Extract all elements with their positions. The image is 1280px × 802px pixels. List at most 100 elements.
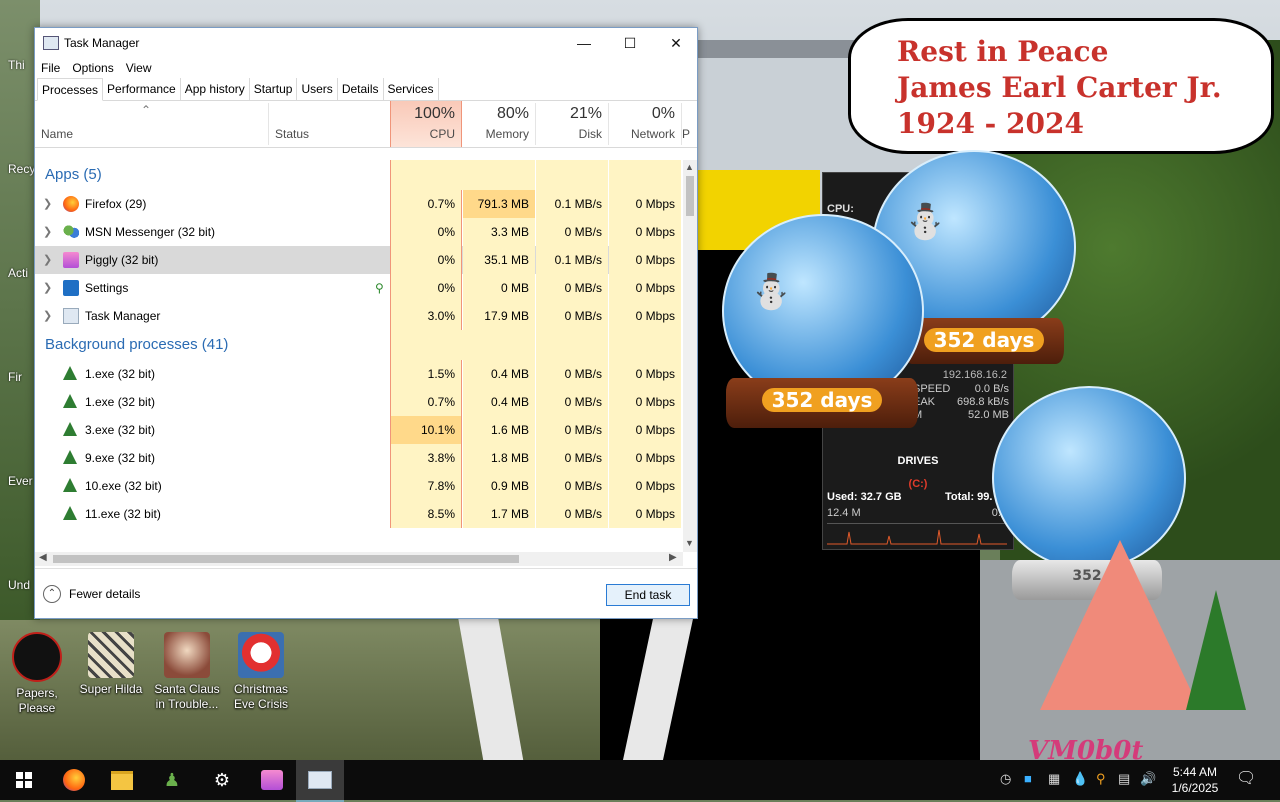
horizontal-scrollbar[interactable]: ◀ ▶ <box>35 552 683 566</box>
column-network[interactable]: 0% Network <box>609 101 681 147</box>
volume-icon[interactable]: 🔊 <box>1140 771 1156 787</box>
vertical-scrollbar[interactable]: ▲ ▼ <box>683 160 697 552</box>
process-row[interactable]: ❯ MSN Messenger (32 bit) 0% 3.3 MB 0 MB/s 0 M… <box>35 218 681 246</box>
process-row[interactable]: ❯ Firefox (29) 0.7% 791.3 MB 0.1 MB/s 0 Mbps <box>35 190 681 218</box>
process-name: Piggly (32 bit) <box>85 253 159 267</box>
title-bar[interactable]: Task Manager — ☐ ✕ <box>35 28 697 58</box>
taskbar-file-explorer[interactable] <box>98 760 146 800</box>
scroll-up-icon[interactable]: ▲ <box>685 162 694 172</box>
process-row[interactable]: 11.exe (32 bit) 8.5% 1.7 MB 0 MB/s 0 Mbps <box>35 500 681 528</box>
process-row[interactable]: 1.exe (32 bit) 0.7% 0.4 MB 0 MB/s 0 Mbps <box>35 388 681 416</box>
taskbar-msn-messenger[interactable]: ♟ <box>148 760 196 800</box>
gadget-cpu-label: CPU: <box>827 203 854 215</box>
column-header-row: ⌃ Name Status 100% CPU 80% Memory 21% Di… <box>35 101 697 148</box>
process-memory: 0.4 MB <box>463 388 535 416</box>
process-row[interactable]: 3.exe (32 bit) 10.1% 1.6 MB 0 MB/s 0 Mbps <box>35 416 681 444</box>
close-button[interactable]: ✕ <box>653 28 699 58</box>
desktop-icon-label-edge[interactable]: Und <box>8 578 30 592</box>
desktop-icon-label-edge[interactable]: Ever <box>8 474 33 488</box>
column-power-truncated[interactable]: P <box>682 127 694 143</box>
chevron-right-icon[interactable]: ❯ <box>43 190 52 218</box>
process-row[interactable]: 10.exe (32 bit) 7.8% 0.9 MB 0 MB/s 0 Mbps <box>35 472 681 500</box>
scroll-right-icon[interactable]: ▶ <box>669 552 677 563</box>
menu-view[interactable]: View <box>126 58 158 78</box>
taskbar-firefox[interactable] <box>50 760 98 800</box>
taskbar-settings[interactable]: ⚙ <box>198 760 246 800</box>
process-list: Apps (5) ❯ Firefox (29) 0.7% 791.3 MB 0.1 MB/… <box>35 160 681 552</box>
end-task-button[interactable]: End task <box>606 584 690 606</box>
settings-gear-icon: ⚙ <box>213 769 231 790</box>
process-row[interactable]: ❯ Piggly (32 bit) 0% 35.1 MB 0.1 MB/s 0 Mbps <box>35 246 681 274</box>
chevron-right-icon[interactable]: ❯ <box>43 218 52 246</box>
column-status[interactable]: Status <box>275 127 309 141</box>
column-cpu[interactable]: 100% CPU <box>390 101 462 147</box>
tray-search-icon[interactable]: ⚲ <box>1096 771 1106 787</box>
countdown-label-back: 352 days <box>923 328 1045 352</box>
christmas-eve-crisis-icon <box>238 632 284 678</box>
menu-options[interactable]: Options <box>72 58 119 78</box>
memory-label: Memory <box>485 127 529 141</box>
process-network: 0 Mbps <box>609 388 681 416</box>
process-row[interactable]: 9.exe (32 bit) 3.8% 1.8 MB 0 MB/s 0 Mbps <box>35 444 681 472</box>
horizontal-scroll-thumb[interactable] <box>53 555 519 563</box>
chevron-right-icon[interactable]: ❯ <box>43 302 52 330</box>
tray-app-icon[interactable]: ▦ <box>1048 771 1060 787</box>
taskbar-task-manager[interactable] <box>296 760 344 802</box>
tree-icon <box>63 478 77 492</box>
desktop-icon-label-edge[interactable]: Thi <box>8 58 25 72</box>
desktop-icon-papers-please[interactable]: Papers, Please <box>2 632 72 716</box>
gadget-drive-rate: 12.4 M 0.0 <box>827 507 1007 519</box>
speed-value: 0.0 B/s <box>974 383 1009 395</box>
tab-app-history[interactable]: App history <box>181 78 250 100</box>
process-name: 3.exe (32 bit) <box>85 423 156 437</box>
menu-file[interactable]: File <box>41 58 66 78</box>
network-icon[interactable]: ▤ <box>1118 771 1130 787</box>
minimize-button[interactable]: — <box>561 28 607 58</box>
tab-startup[interactable]: Startup <box>250 78 298 100</box>
desktop-icon-label-edge[interactable]: Recy <box>8 162 35 176</box>
group-header: Background processes (41) <box>35 330 681 360</box>
tree-icon <box>63 394 77 408</box>
desktop-icon-label-edge[interactable]: Acti <box>8 266 28 280</box>
process-memory: 1.7 MB <box>463 500 535 528</box>
process-row[interactable]: ❯ Settings ⚲ 0% 0 MB 0 MB/s 0 Mbps <box>35 274 681 302</box>
desktop-icon-santa-claus[interactable]: Santa Claus in Trouble... <box>152 632 222 712</box>
tray-droplet-icon[interactable]: 💧 <box>1072 771 1088 787</box>
process-disk: 0 MB/s <box>536 472 608 500</box>
task-manager-icon <box>63 308 79 324</box>
column-disk[interactable]: 21% Disk <box>536 101 608 147</box>
speed-label: SPEED <box>913 383 951 395</box>
desktop-icon-super-hilda[interactable]: Super Hilda <box>76 632 146 697</box>
process-memory: 1.8 MB <box>463 444 535 472</box>
process-name: 1.exe (32 bit) <box>85 367 156 381</box>
vertical-scroll-thumb[interactable] <box>686 176 694 216</box>
process-row[interactable]: 1.exe (32 bit) 1.5% 0.4 MB 0 MB/s 0 Mbps <box>35 360 681 388</box>
taskbar-clock[interactable]: 5:44 AM 1/6/2025 <box>1160 764 1230 796</box>
tray-clock-app-icon[interactable]: ◷ <box>1000 771 1011 787</box>
tray-blue-square-icon[interactable]: ■ <box>1024 771 1032 786</box>
tab-details[interactable]: Details <box>338 78 384 100</box>
firefox-icon <box>63 769 85 791</box>
notification-center-icon[interactable]: 🗨 <box>1236 768 1256 788</box>
maximize-button[interactable]: ☐ <box>607 28 653 58</box>
tab-performance[interactable]: Performance <box>103 78 181 100</box>
desktop-icon-christmas-eve-crisis[interactable]: Christmas Eve Crisis <box>226 632 296 712</box>
column-memory[interactable]: 80% Memory <box>463 101 535 147</box>
process-network: 0 Mbps <box>609 190 681 218</box>
process-row[interactable]: ❯ Task Manager 3.0% 17.9 MB 0 MB/s 0 Mbps <box>35 302 681 330</box>
column-name[interactable]: Name <box>41 127 73 141</box>
start-button[interactable] <box>0 760 48 800</box>
process-memory: 0.9 MB <box>463 472 535 500</box>
tab-services[interactable]: Services <box>384 78 439 100</box>
tab-users[interactable]: Users <box>297 78 338 100</box>
scroll-down-icon[interactable]: ▼ <box>685 538 694 548</box>
desktop-icon-label-edge[interactable]: Fir <box>8 370 22 384</box>
tab-processes[interactable]: Processes <box>37 78 104 101</box>
fewer-details-button[interactable]: ⌃ Fewer details <box>43 585 140 603</box>
countdown-label-front: 352 days <box>761 388 883 412</box>
chevron-right-icon[interactable]: ❯ <box>43 274 52 302</box>
process-disk: 0 MB/s <box>536 444 608 472</box>
chevron-right-icon[interactable]: ❯ <box>43 246 52 274</box>
taskbar-piggly[interactable] <box>248 760 296 800</box>
scroll-left-icon[interactable]: ◀ <box>39 552 47 563</box>
